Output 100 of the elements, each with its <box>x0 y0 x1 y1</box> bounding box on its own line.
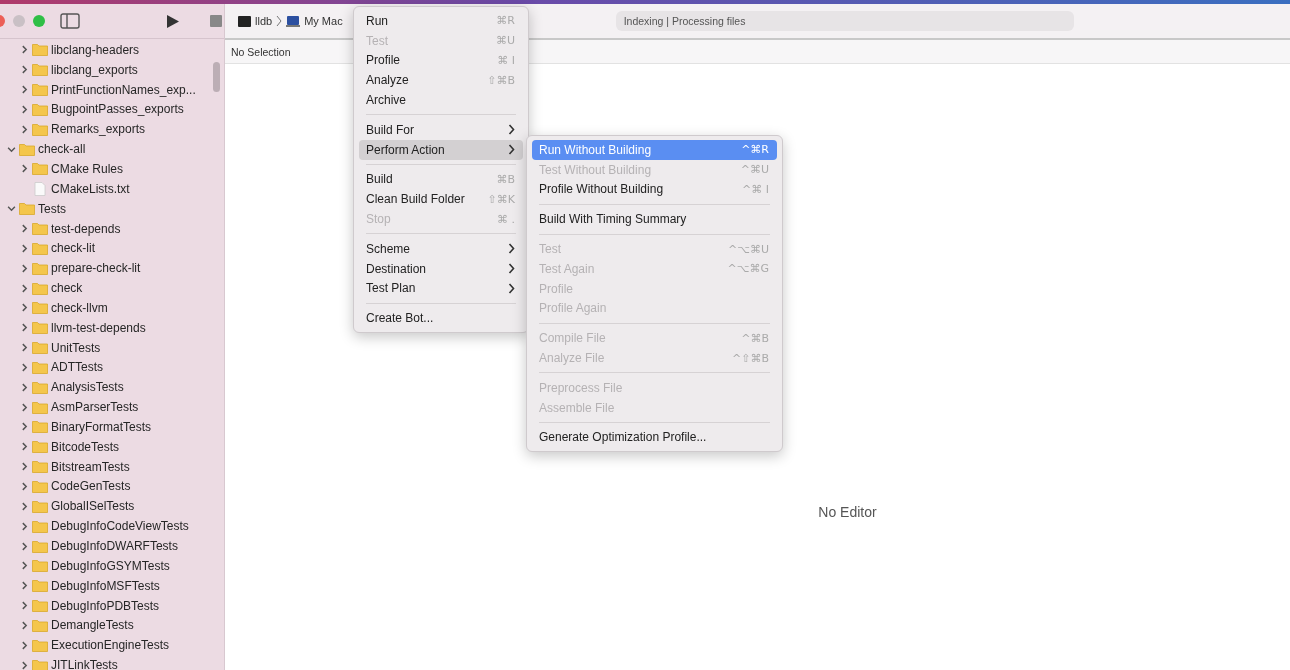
file-tree-item[interactable]: ExecutionEngineTests <box>51 638 170 653</box>
file-tree-item[interactable]: DebugInfoMSFTests <box>51 578 160 593</box>
file-tree-item[interactable]: BinaryFormatTests <box>51 419 152 434</box>
chevron-right-icon[interactable] <box>20 263 29 273</box>
file-tree-item[interactable]: libclang-headers <box>51 42 140 57</box>
file-tree-item[interactable]: llvm-test-depends <box>51 320 146 335</box>
chevron-right-icon[interactable] <box>20 65 29 75</box>
chevron-right-icon[interactable] <box>20 482 29 491</box>
chevron-right-icon[interactable] <box>20 601 29 611</box>
chevron-right-icon[interactable] <box>20 323 29 333</box>
scheme-selector[interactable]: lldb <box>255 15 273 27</box>
folder-icon <box>32 499 48 513</box>
folder-icon <box>32 222 48 235</box>
chevron-right-icon[interactable] <box>20 382 29 392</box>
chevron-right-icon[interactable] <box>20 402 29 412</box>
folder-icon <box>32 420 48 434</box>
run-icon[interactable] <box>166 13 180 29</box>
folder-icon <box>32 162 48 176</box>
terminal-icon <box>238 15 251 27</box>
file-tree-item[interactable]: CodeGenTests <box>51 479 131 494</box>
chevron-right-icon[interactable] <box>20 660 29 670</box>
file-tree-item[interactable]: BitstreamTests <box>51 459 130 474</box>
chevron-right-icon[interactable] <box>20 224 29 233</box>
chevron-right-icon[interactable] <box>20 541 29 551</box>
file-tree-item[interactable]: AsmParserTests <box>51 400 139 415</box>
chevron-right-icon[interactable] <box>20 581 29 591</box>
file-tree-item[interactable]: JITLinkTests <box>51 658 118 670</box>
file-tree-item[interactable]: Tests <box>38 201 66 216</box>
file-tree-item[interactable]: prepare-check-lit <box>51 261 141 276</box>
file-tree-item[interactable]: CMakeLists.txt <box>51 181 130 196</box>
chevron-right-icon[interactable] <box>20 422 29 432</box>
file-tree-item[interactable]: check-lit <box>51 241 95 256</box>
menu-item[interactable]: Generate Optimization Profile... <box>532 427 777 448</box>
menu-item[interactable]: Archive <box>359 90 523 110</box>
file-tree-item[interactable]: UnitTests <box>51 340 101 355</box>
chevron-right-icon[interactable] <box>20 343 29 353</box>
folder-icon <box>32 599 48 613</box>
menu-item[interactable]: Test Plan <box>359 278 523 299</box>
menu-item[interactable]: Analyze ⇧⌘B <box>359 70 523 91</box>
chevron-right-icon[interactable] <box>20 45 29 55</box>
file-tree-item[interactable]: DebugInfoCodeViewTests <box>51 519 189 534</box>
file-tree-item[interactable]: check <box>51 281 83 296</box>
sidebar-toggle-icon[interactable] <box>60 13 80 29</box>
menu-item[interactable]: Perform Action <box>359 139 523 160</box>
chevron-down-icon[interactable] <box>7 204 16 214</box>
folder-icon <box>32 539 48 553</box>
file-tree-item[interactable]: ADTTests <box>51 360 103 375</box>
menu-item[interactable]: Create Bot... <box>359 308 523 329</box>
jump-bar-text: No Selection <box>231 45 291 58</box>
menu-item[interactable]: Scheme <box>359 238 523 259</box>
chevron-right-icon[interactable] <box>20 620 29 630</box>
menu-item[interactable]: Build ⌘B <box>359 169 523 190</box>
folder-icon <box>32 43 48 57</box>
folder-icon <box>32 519 48 533</box>
file-tree-item[interactable]: AnalysisTests <box>51 380 124 395</box>
file-tree-item[interactable]: DemangleTests <box>51 618 134 633</box>
file-tree-item[interactable]: check-llvm <box>51 300 108 315</box>
folder-icon <box>32 341 48 355</box>
chevron-down-icon[interactable] <box>7 144 16 154</box>
chevron-right-icon[interactable] <box>20 501 29 511</box>
file-tree-item[interactable]: check-all <box>38 142 86 157</box>
chevron-right-icon[interactable] <box>20 124 29 134</box>
file-tree-item[interactable]: test-depends <box>51 221 121 236</box>
file-tree-item[interactable]: DebugInfoDWARFTests <box>51 539 178 553</box>
menu-item[interactable]: Profile Without Building ^⌘ I <box>532 179 777 200</box>
chevron-right-icon[interactable] <box>20 164 29 174</box>
chevron-right-icon[interactable] <box>20 85 29 95</box>
empty-editor-text: No Editor <box>818 504 877 520</box>
file-tree-item[interactable]: GlobalISelTests <box>51 499 135 514</box>
chevron-right-icon[interactable] <box>20 303 29 313</box>
folder-icon <box>19 142 35 156</box>
menu-item[interactable]: Clean Build Folder ⇧⌘K <box>359 189 523 210</box>
chevron-right-icon[interactable] <box>20 283 29 293</box>
scrollbar-thumb[interactable] <box>213 62 220 92</box>
chevron-right-icon[interactable] <box>20 442 29 452</box>
chevron-right-icon[interactable] <box>20 521 29 531</box>
file-tree-item[interactable]: PrintFunctionNames_exp... <box>51 82 196 97</box>
file-tree-item[interactable]: BugpointPasses_exports <box>51 102 184 117</box>
file-icon <box>32 181 48 196</box>
folder-icon <box>32 83 48 97</box>
chevron-right-icon[interactable] <box>20 462 29 472</box>
file-tree-item[interactable]: DebugInfoPDBTests <box>51 598 160 613</box>
file-tree-item[interactable]: BitcodeTests <box>51 439 120 454</box>
file-tree-item[interactable]: DebugInfoGSYMTests <box>51 558 170 573</box>
folder-icon <box>32 658 48 670</box>
menu-item[interactable]: Build With Timing Summary <box>532 209 777 230</box>
chevron-right-icon[interactable] <box>20 362 29 372</box>
file-tree-item[interactable]: CMake Rules <box>51 162 124 176</box>
menu-item[interactable]: Destination <box>359 258 523 279</box>
file-tree-item[interactable]: Remarks_exports <box>51 122 146 137</box>
chevron-right-icon[interactable] <box>20 243 29 253</box>
folder-icon <box>32 579 48 593</box>
destination-selector[interactable]: My Mac <box>304 15 343 27</box>
menu-item[interactable]: Run ⌘R <box>359 11 523 31</box>
chevron-right-icon[interactable] <box>20 561 29 571</box>
menu-item[interactable]: Profile ⌘ I <box>359 50 523 71</box>
chevron-right-icon[interactable] <box>20 640 29 650</box>
menu-item[interactable]: Build For <box>359 120 523 140</box>
chevron-right-icon[interactable] <box>20 104 29 114</box>
file-tree-item[interactable]: libclang_exports <box>51 62 138 77</box>
